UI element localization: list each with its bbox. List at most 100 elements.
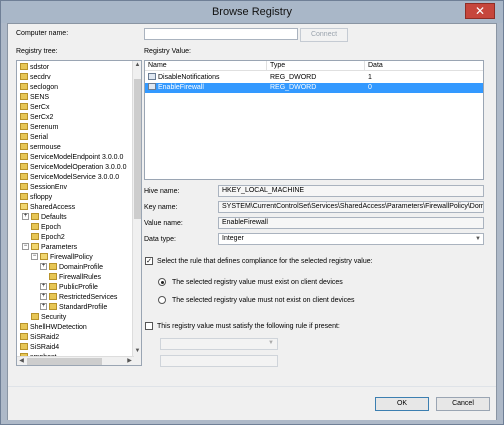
folder-open-icon [31,242,39,250]
title-bar: Browse Registry ✕ [1,1,503,23]
tree-item[interactable]: + DomainProfile [40,262,103,273]
column-header-type[interactable]: Type [267,61,365,71]
satisfy-rule-checkbox[interactable] [145,322,153,330]
key-name-field[interactable]: SYSTEM\CurrentControlSet\Services\Shared… [218,201,484,213]
column-header-name[interactable]: Name [145,61,267,71]
folder-icon [20,142,28,150]
tree-item[interactable]: SerCx2 [20,112,53,123]
connect-button[interactable]: Connect [300,28,348,42]
tree-item[interactable]: SiSRaid4 [20,342,59,353]
tree-item[interactable]: − FirewallPolicy [31,252,93,263]
tree-item[interactable]: ServiceModelService 3.0.0.0 [20,172,119,183]
tree-item[interactable]: SerCx [20,102,49,113]
column-header-data[interactable]: Data [365,61,483,71]
list-item-selected[interactable]: EnableFirewall REG_DWORD 0 [145,82,483,93]
tree-item[interactable]: ServiceModelOperation 3.0.0.0 [20,162,127,173]
collapse-icon[interactable]: − [22,242,29,250]
tree-horizontal-scrollbar[interactable]: ◀ ▶ [17,356,134,365]
list-header: Name Type Data [145,61,483,71]
collapse-icon[interactable]: − [31,252,38,260]
tree-item[interactable]: SessionEnv [20,182,67,193]
folder-icon [31,212,39,220]
folder-icon [20,152,28,160]
tree-item[interactable]: sdstor [20,62,49,73]
registry-value-label: Registry Value: [144,48,191,55]
cancel-button[interactable]: Cancel [436,397,490,411]
folder-icon [49,282,57,290]
expand-icon[interactable]: + [40,262,47,270]
tree-item[interactable]: Epoch2 [31,232,65,243]
scroll-right-icon[interactable]: ▶ [125,357,134,365]
folder-icon [31,312,39,320]
tree-item[interactable]: + StandardProfile [40,302,107,313]
registry-value-icon [148,82,156,90]
value-name-label: Value name: [144,220,183,227]
tree-item[interactable]: SiSRaid2 [20,332,59,343]
rule-value-input[interactable] [160,355,278,367]
folder-icon [49,272,57,280]
rule-operator-select[interactable]: ▼ [160,338,278,350]
folder-open-icon [40,252,48,260]
tree-vertical-scrollbar[interactable]: ▲ ▼ [132,61,141,365]
folder-icon [20,172,28,180]
tree-item[interactable]: seclogon [20,82,58,93]
tree-item[interactable]: SENS [20,92,49,103]
ok-button[interactable]: OK [375,397,429,411]
scroll-left-icon[interactable]: ◀ [17,357,26,365]
tree-item[interactable]: SharedAccess [20,202,75,213]
expand-icon[interactable]: + [40,282,47,290]
registry-tree[interactable]: sdstor secdrv seclogon SENS SerCx SerCx2… [16,60,142,366]
dialog-body: Computer name: Connect Registry tree: sd… [7,23,497,420]
must-not-exist-radio[interactable] [158,296,166,304]
list-item[interactable]: DisableNotifications REG_DWORD 1 [145,72,483,83]
tree-item[interactable]: Serenum [20,122,58,133]
tree-item[interactable]: Serial [20,132,48,143]
folder-icon [20,72,28,80]
tree-item[interactable]: + PublicProfile [40,282,98,293]
tree-item[interactable]: ServiceModelEndpoint 3.0.0.0 [20,152,123,163]
tree-item[interactable]: + RestrictedServices [40,292,117,303]
registry-value-list[interactable]: Name Type Data DisableNotifications REG_… [144,60,484,180]
close-button[interactable]: ✕ [465,3,495,19]
tree-item[interactable]: sermouse [20,142,61,153]
computer-name-input[interactable] [144,28,298,40]
hive-name-field[interactable]: HKEY_LOCAL_MACHINE [218,185,484,197]
close-icon: ✕ [474,4,486,18]
folder-icon [20,332,28,340]
expand-icon[interactable]: + [40,292,47,300]
folder-icon [31,222,39,230]
scroll-thumb[interactable] [27,358,102,365]
checkmark-icon: ✓ [146,258,152,265]
expand-icon[interactable]: + [40,302,47,310]
select-rule-checkbox[interactable]: ✓ [145,257,153,265]
radio-dot-icon [161,281,164,284]
satisfy-rule-label: This registry value must satisfy the fol… [157,323,340,330]
tree-item[interactable]: Epoch [31,222,61,233]
registry-tree-label: Registry tree: [16,48,58,55]
folder-icon [20,62,28,70]
tree-item[interactable]: Security [31,312,66,323]
registry-value-icon [148,72,156,80]
folder-icon [20,92,28,100]
tree-item[interactable]: FirewallRules [49,272,101,283]
window-title: Browse Registry [211,6,293,18]
scroll-up-icon[interactable]: ▲ [133,61,141,70]
value-name-field[interactable]: EnableFirewall [218,217,484,229]
hive-name-label: Hive name: [144,188,180,195]
scroll-thumb[interactable] [134,79,141,219]
folder-icon [20,82,28,90]
must-not-exist-label: The selected registry value must not exi… [172,297,355,304]
folder-open-icon [20,202,28,210]
must-exist-radio[interactable] [158,278,166,286]
folder-icon [20,122,28,130]
tree-item[interactable]: secdrv [20,72,51,83]
data-type-select[interactable]: Integer ▼ [218,233,484,245]
scroll-down-icon[interactable]: ▼ [133,347,141,356]
tree-item[interactable]: + Defaults [22,212,67,223]
expand-icon[interactable]: + [22,212,29,220]
tree-item[interactable]: − Parameters [22,242,77,253]
folder-icon [49,262,57,270]
tree-item[interactable]: ShellHWDetection [20,322,87,333]
folder-icon [20,192,28,200]
tree-item[interactable]: sfloppy [20,192,52,203]
